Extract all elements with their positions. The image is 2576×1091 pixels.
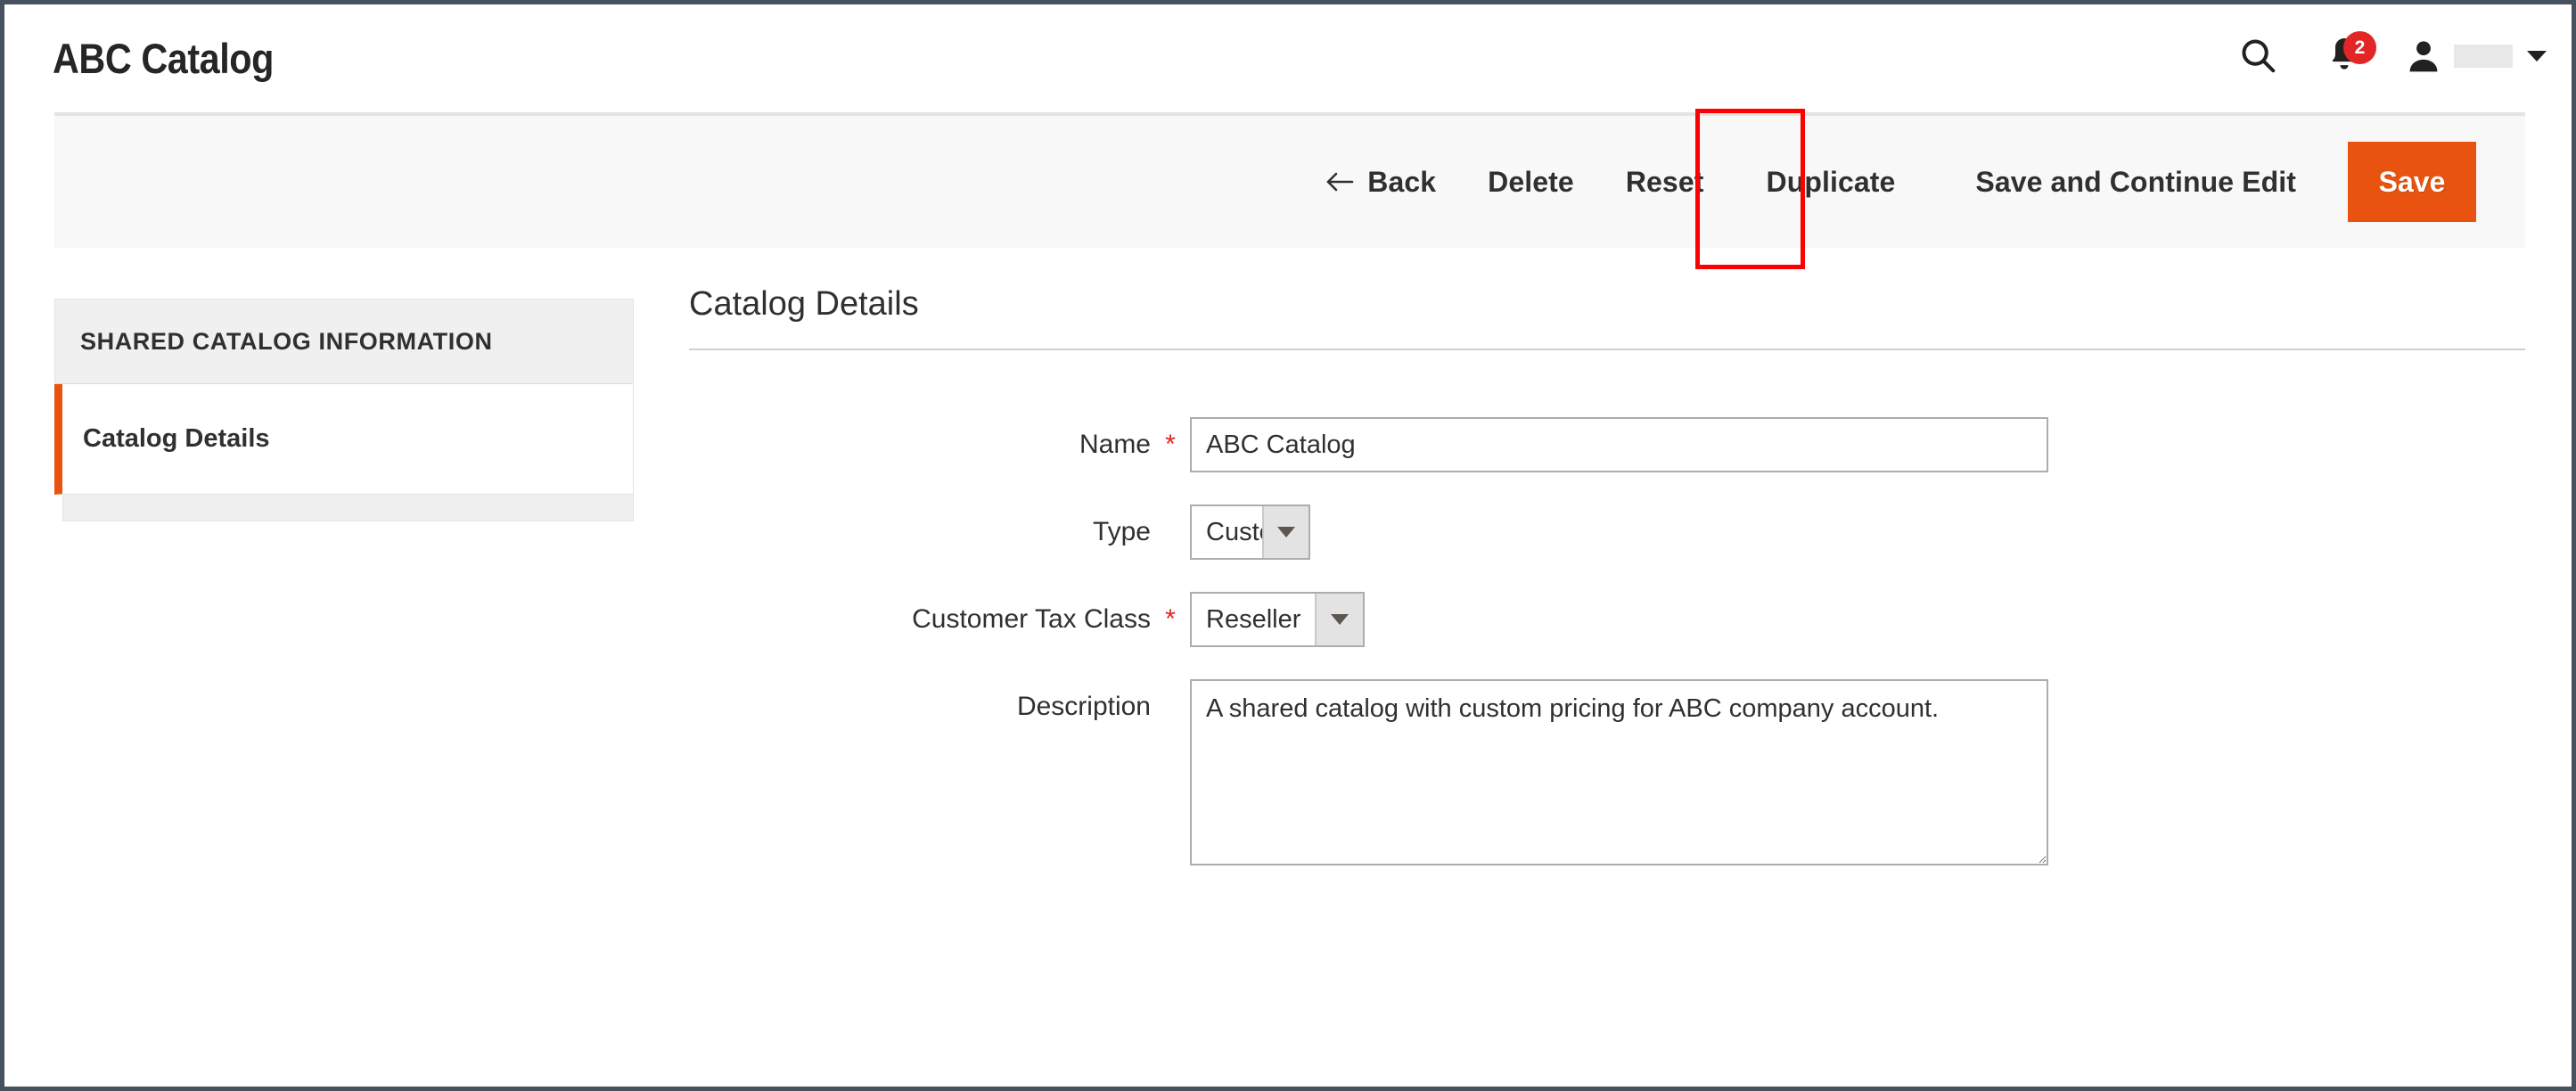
customer-tax-class-required-marker: *: [1165, 604, 1176, 634]
customer-tax-class-select-value: Reseller: [1206, 604, 1301, 634]
type-field-control: Custom: [1190, 504, 1310, 560]
chevron-down-icon: [2527, 51, 2547, 62]
form-row-customer-tax-class: Customer Tax Class * Reseller: [689, 592, 2525, 647]
page-title: ABC Catalog: [53, 35, 274, 82]
page-actions-group: Back Delete Reset Duplicate Save and Con…: [1325, 116, 2476, 248]
sidebar-section-title: SHARED CATALOG INFORMATION: [54, 299, 634, 384]
name-field-control: [1190, 417, 2048, 472]
form-row-name: Name *: [689, 417, 2525, 472]
customer-tax-class-select-arrow-button[interactable]: [1315, 594, 1363, 645]
search-button[interactable]: [2231, 29, 2285, 83]
form-fields: Name * Type Custom: [689, 350, 2525, 865]
type-select[interactable]: Custom: [1190, 504, 1310, 560]
customer-tax-class-field-label: Customer Tax Class: [912, 604, 1151, 634]
application-window: ABC Catalog 2 Back Delete Reset Duplicat…: [0, 0, 2576, 1091]
type-field-label: Type: [1092, 517, 1151, 546]
sidebar-item-catalog-details[interactable]: Catalog Details: [54, 384, 634, 495]
header-actions: 2: [2231, 29, 2547, 83]
reset-button[interactable]: Reset: [1626, 166, 1704, 199]
name-input[interactable]: [1190, 417, 2048, 472]
notifications-badge: 2: [2343, 31, 2376, 64]
description-field-control: [1190, 679, 2048, 865]
account-menu-button[interactable]: [2404, 37, 2547, 76]
page-header: ABC Catalog 2: [4, 4, 2572, 112]
chevron-down-icon: [1277, 527, 1295, 537]
save-and-continue-edit-button[interactable]: Save and Continue Edit: [1975, 166, 2296, 199]
customer-tax-class-field-control: Reseller: [1190, 592, 1365, 647]
type-select-arrow-button[interactable]: [1262, 506, 1309, 558]
form-row-description: Description: [689, 679, 2525, 865]
name-field-label: Name: [1079, 430, 1151, 459]
customer-tax-class-select[interactable]: Reseller: [1190, 592, 1365, 647]
form-row-type: Type Custom: [689, 504, 2525, 560]
catalog-form-panel: Catalog Details Name * Type: [689, 285, 2525, 898]
sidebar-item-label: Catalog Details: [83, 424, 270, 453]
page-actions-toolbar: Back Delete Reset Duplicate Save and Con…: [54, 112, 2525, 248]
user-avatar-icon: [2404, 37, 2443, 76]
name-required-marker: *: [1165, 430, 1176, 459]
chevron-down-icon: [1331, 614, 1350, 625]
back-button[interactable]: Back: [1325, 166, 1436, 199]
duplicate-button[interactable]: Duplicate: [1766, 166, 1895, 199]
back-button-label: Back: [1367, 165, 1437, 198]
notifications-button[interactable]: 2: [2317, 29, 2376, 83]
description-textarea[interactable]: [1190, 679, 2048, 865]
save-button[interactable]: Save: [2348, 142, 2476, 222]
catalog-sidebar: SHARED CATALOG INFORMATION Catalog Detai…: [54, 299, 634, 521]
description-field-label: Description: [1016, 692, 1151, 721]
search-icon: [2237, 35, 2278, 78]
account-name: [2454, 45, 2513, 68]
type-select-value: Custom: [1206, 517, 1295, 546]
form-section-heading: Catalog Details: [689, 285, 919, 323]
arrow-left-icon: [1325, 170, 1355, 193]
delete-button[interactable]: Delete: [1488, 166, 1574, 199]
sidebar-footer-strip: [62, 495, 634, 521]
